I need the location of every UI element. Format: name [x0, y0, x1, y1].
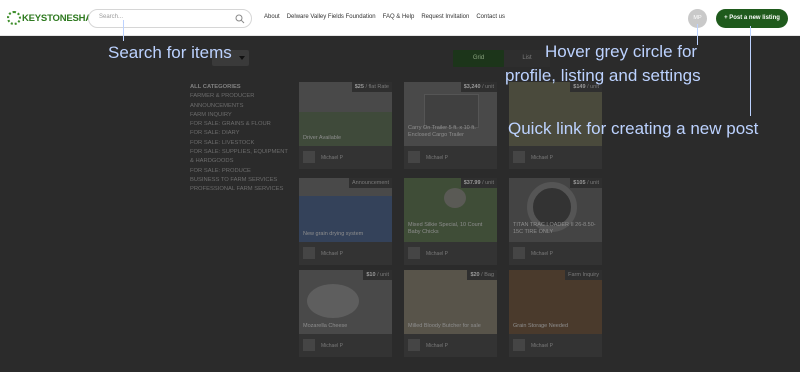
- category-item[interactable]: ANNOUNCEMENTS: [190, 102, 290, 111]
- listing-title: Driver Available: [303, 135, 342, 141]
- user-avatar: [513, 247, 525, 259]
- listing-card[interactable]: $105 / unit TITAN TRAC LOADER II 26-8.50…: [509, 178, 602, 265]
- search-icon[interactable]: [235, 14, 245, 24]
- top-navbar: KEYSTONESHARE Search... About Delware Va…: [0, 0, 800, 36]
- annotation-line-profile: [697, 24, 698, 45]
- listing-badge: Announcement: [349, 178, 392, 188]
- post-new-listing-button[interactable]: + Post a new listing: [716, 9, 788, 28]
- listing-card[interactable]: $10 / unit Mozarella Cheese Michael P: [299, 270, 392, 357]
- listing-user[interactable]: Michael P: [531, 251, 553, 257]
- user-avatar: [408, 339, 420, 351]
- category-item[interactable]: FARMER & PRODUCER: [190, 92, 290, 101]
- main-nav: About Delware Valley Fields Foundation F…: [264, 14, 505, 20]
- listing-price: $3,240 / unit: [460, 82, 497, 92]
- listing-footer: Michael P: [404, 242, 497, 265]
- annotation-profile-line1: Hover grey circle for: [545, 42, 698, 61]
- category-item[interactable]: FOR SALE: SUPPLIES, EQUIPMENT: [190, 148, 290, 157]
- listing-price: $10 / unit: [363, 270, 392, 280]
- listing-footer: Michael P: [404, 146, 497, 169]
- listing-footer: Michael P: [509, 242, 602, 265]
- nav-link-contact[interactable]: Contact us: [476, 14, 505, 20]
- listing-price: $105 / unit: [570, 178, 602, 188]
- listing-user[interactable]: Michael P: [531, 155, 553, 161]
- listing-footer: Michael P: [299, 146, 392, 169]
- listing-user[interactable]: Michael P: [426, 155, 448, 161]
- listing-user[interactable]: Michael P: [426, 251, 448, 257]
- listing-badge: Farm Inquiry: [565, 270, 602, 280]
- listing-user[interactable]: Michael P: [321, 251, 343, 257]
- listing-price: $20 / Bag: [467, 270, 497, 280]
- listing-card[interactable]: $3,240 / unit Carry On Trailer 5 ft. x 1…: [404, 82, 497, 169]
- list-view-button[interactable]: List: [504, 50, 550, 67]
- listing-title: TITAN TRAC LOADER II 26-8.50-15C TIRE ON…: [513, 222, 596, 235]
- listing-card[interactable]: $37.99 / unit Mixed Silkie Special, 10 C…: [404, 178, 497, 265]
- listing-card[interactable]: $20 / Bag Milled Bloody Butcher for sale…: [404, 270, 497, 357]
- listing-footer: Michael P: [404, 334, 497, 357]
- listing-footer: Michael P: [299, 334, 392, 357]
- chevron-down-icon: [239, 56, 245, 60]
- category-item[interactable]: FOR SALE: GRAINS & FLOUR: [190, 120, 290, 129]
- listing-footer: Michael P: [509, 334, 602, 357]
- search-placeholder: Search...: [99, 14, 124, 20]
- logo-icon: [7, 11, 21, 25]
- annotation-line-search: [123, 20, 124, 41]
- listing-card[interactable]: Farm Inquiry Grain Storage Needed Michae…: [509, 270, 602, 357]
- listing-user[interactable]: Michael P: [321, 155, 343, 161]
- category-item[interactable]: & HARDGOODS: [190, 157, 290, 166]
- category-item[interactable]: FARM INQUIRY: [190, 111, 290, 120]
- listing-price: $37.99 / unit: [460, 178, 497, 188]
- annotation-line-post: [750, 26, 751, 116]
- search-input[interactable]: Search...: [88, 9, 252, 28]
- category-item[interactable]: PROFESSIONAL FARM SERVICES: [190, 185, 290, 194]
- category-sidebar: ALL CATEGORIES FARMER & PRODUCER ANNOUNC…: [190, 83, 290, 195]
- listing-card[interactable]: Announcement New grain drying system Mic…: [299, 178, 392, 265]
- listing-user[interactable]: Michael P: [426, 343, 448, 349]
- nav-link-foundation[interactable]: Delware Valley Fields Foundation: [287, 14, 376, 20]
- user-avatar: [513, 151, 525, 163]
- listing-title: Milled Bloody Butcher for sale: [408, 323, 481, 329]
- listing-footer: Michael P: [509, 146, 602, 169]
- user-avatar: [408, 247, 420, 259]
- listing-title: New grain drying system: [303, 231, 364, 237]
- main-content: Grid List ALL CATEGORIES FARMER & PRODUC…: [0, 36, 800, 372]
- app-root: KEYSTONESHARE Search... About Delware Va…: [0, 0, 800, 372]
- user-avatar: [303, 151, 315, 163]
- annotation-search: Search for items: [108, 43, 232, 62]
- user-avatar: [303, 247, 315, 259]
- listing-title: Mozarella Cheese: [303, 323, 348, 329]
- listing-user[interactable]: Michael P: [531, 343, 553, 349]
- nav-link-faq[interactable]: FAQ & Help: [383, 14, 415, 20]
- category-item[interactable]: BUSINESS TO FARM SERVICES: [190, 176, 290, 185]
- listing-footer: Michael P: [299, 242, 392, 265]
- annotation-post: Quick link for creating a new post: [508, 119, 759, 138]
- category-item[interactable]: FOR SALE: PRODUCE: [190, 167, 290, 176]
- category-item[interactable]: ALL CATEGORIES: [190, 83, 290, 92]
- listing-title: Mixed Silkie Special, 10 Count Baby Chic…: [408, 222, 483, 235]
- listing-title: Carry On Trailer 5 ft. x 10 ft. Enclosed…: [408, 125, 476, 138]
- user-avatar: [303, 339, 315, 351]
- grid-view-button[interactable]: Grid: [453, 50, 504, 67]
- nav-link-request-invitation[interactable]: Request Invitation: [421, 14, 469, 20]
- listing-user[interactable]: Michael P: [321, 343, 343, 349]
- listing-price: $25 / flat Rate: [351, 82, 392, 92]
- annotation-profile-line2: profile, listing and settings: [505, 66, 701, 85]
- user-avatar: [513, 339, 525, 351]
- user-avatar: [408, 151, 420, 163]
- category-item[interactable]: FOR SALE: DIARY: [190, 129, 290, 138]
- category-item[interactable]: FOR SALE: LIVESTOCK: [190, 139, 290, 148]
- nav-link-about[interactable]: About: [264, 14, 280, 20]
- listing-title: Grain Storage Needed: [513, 323, 569, 329]
- listing-card[interactable]: $25 / flat Rate Driver Available Michael…: [299, 82, 392, 169]
